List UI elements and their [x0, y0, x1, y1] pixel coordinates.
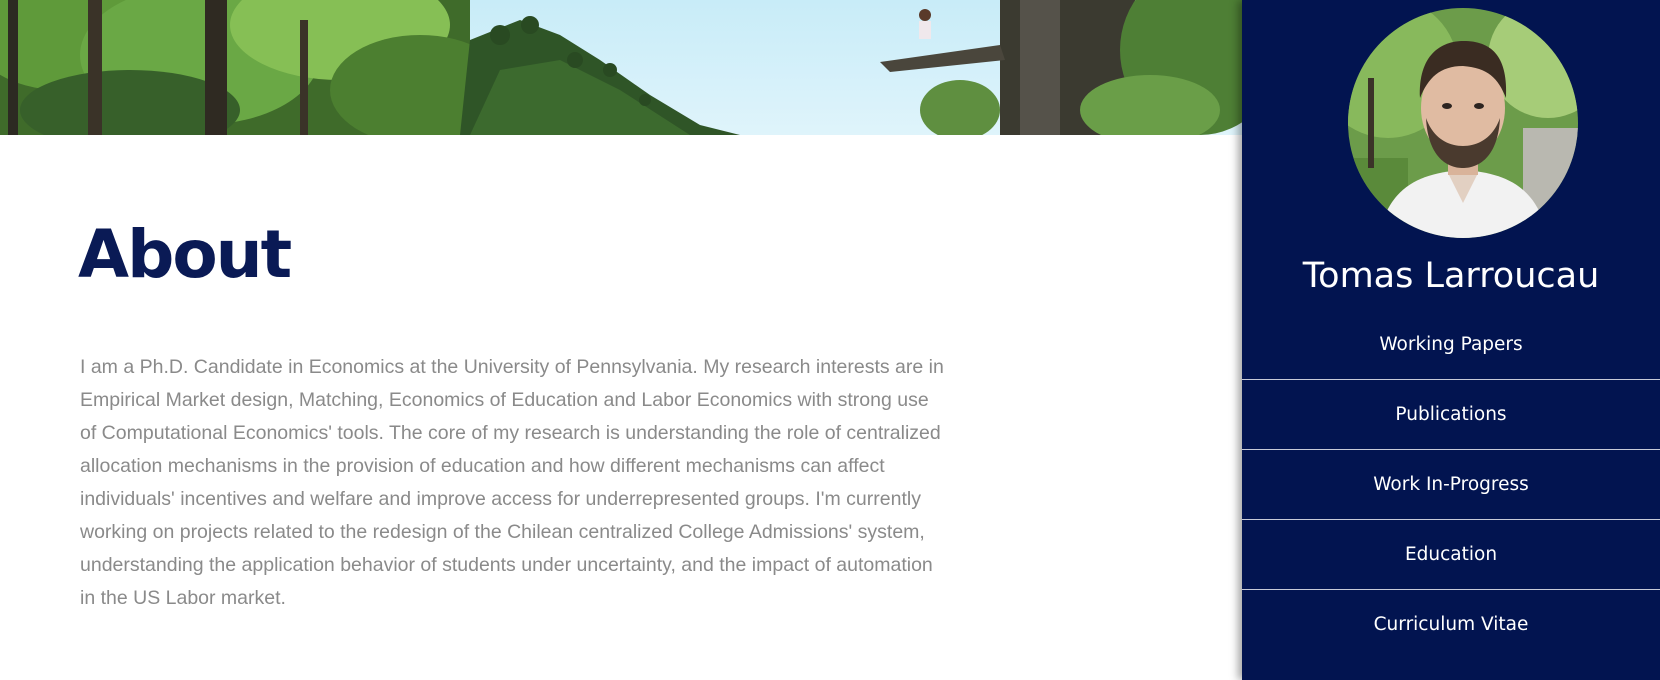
sidebar: Tomas Larroucau Working Papers Publicati…	[1242, 0, 1660, 680]
profile-name: Tomas Larroucau	[1302, 256, 1600, 296]
about-paragraph: I am a Ph.D. Candidate in Economics at t…	[80, 356, 944, 609]
main-content: About I am a Ph.D. Candidate in Economic…	[0, 0, 1242, 680]
page-title: About	[78, 216, 292, 293]
nav-item-education[interactable]: Education	[1242, 520, 1660, 590]
sidebar-nav: Working Papers Publications Work In-Prog…	[1242, 310, 1660, 659]
nav-item-curriculum-vitae[interactable]: Curriculum Vitae	[1242, 590, 1660, 659]
nav-item-publications[interactable]: Publications	[1242, 380, 1660, 450]
banner-image	[0, 0, 1242, 135]
avatar	[1348, 8, 1578, 238]
page: About I am a Ph.D. Candidate in Economic…	[0, 0, 1660, 680]
nav-item-work-in-progress[interactable]: Work In-Progress	[1242, 450, 1660, 520]
nav-item-working-papers[interactable]: Working Papers	[1242, 310, 1660, 380]
